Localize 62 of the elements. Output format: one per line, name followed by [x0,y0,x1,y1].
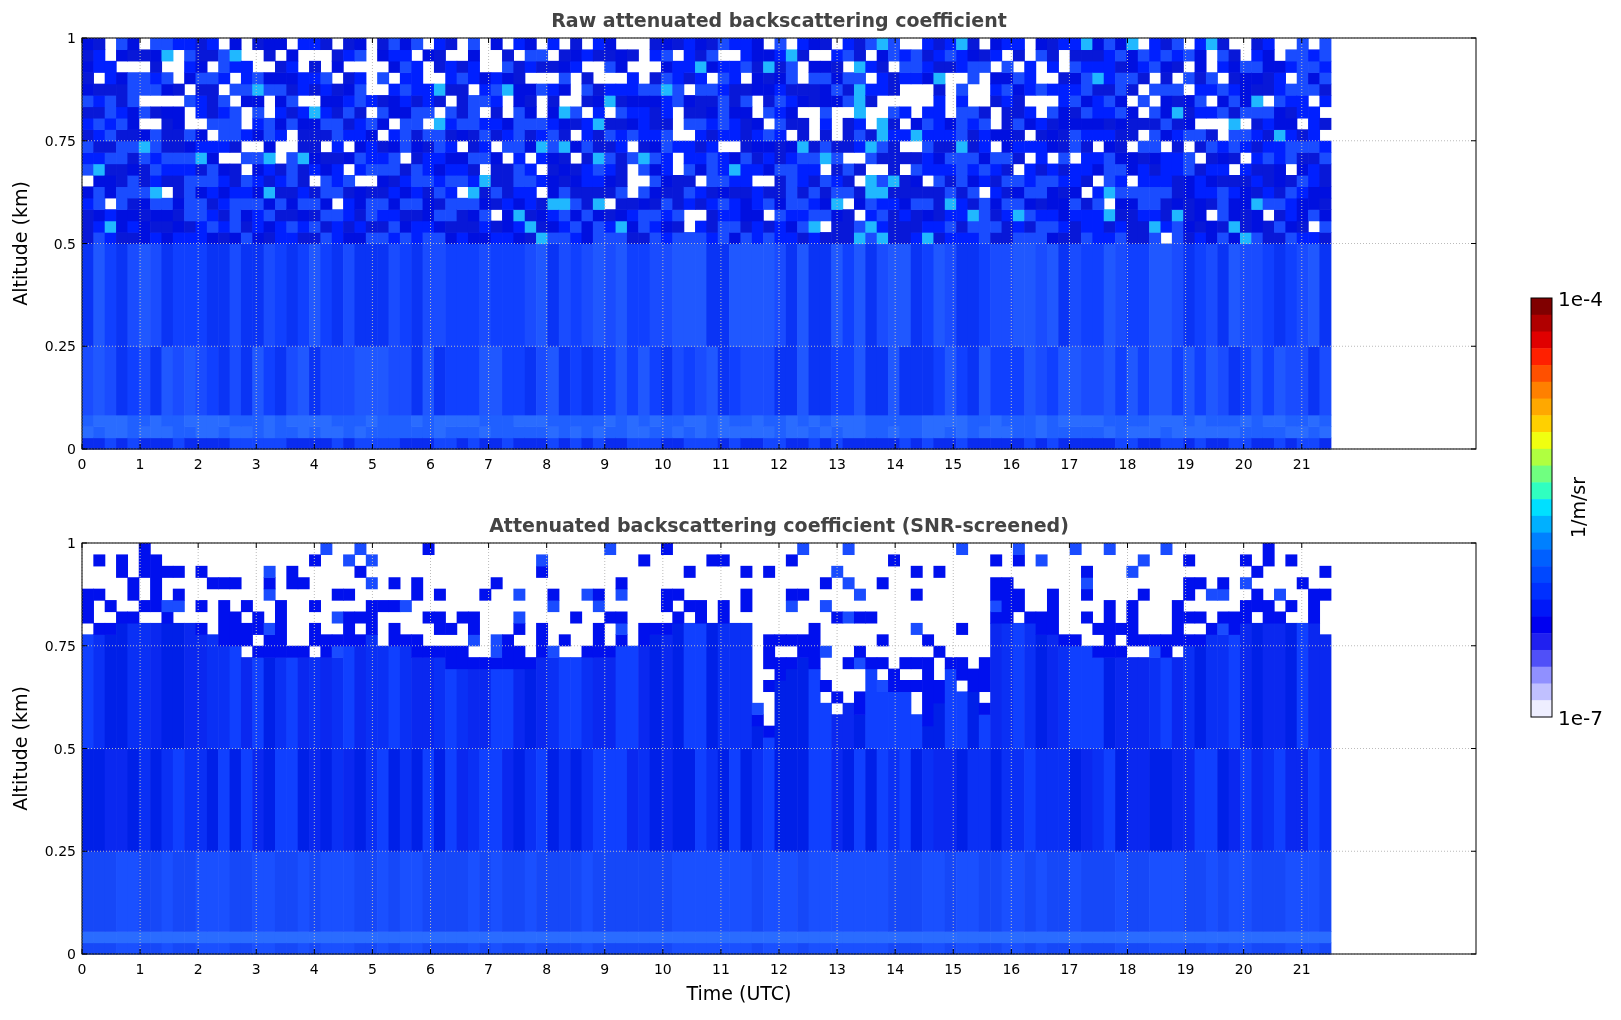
tick-label: 7 [484,456,494,472]
tick-label: 15 [944,456,963,472]
tick-label: 0.5 [53,235,76,252]
axis-label: Altitude (km) [9,181,31,306]
colorbar-title: 1/m/sr [1567,476,1589,539]
tick-label: 3 [251,456,261,472]
axis-label: Time (UTC) [686,982,792,1004]
tick-label: 19 [1176,961,1195,977]
tick-label: 21 [1292,456,1311,472]
tick-label: 0 [67,946,76,962]
plot-title: Attenuated backscattering coefficient (SNR-screened) [489,514,1069,536]
tick-label: 9 [600,456,610,472]
tick-label: 15 [944,961,963,977]
tick-label: 0.25 [44,338,76,355]
tick-label: 10 [653,961,672,977]
tick-label: 12 [770,456,788,472]
plot-title: Raw attenuated backscattering coefficient [551,9,1007,31]
tick-label: 1 [67,30,76,46]
tick-label: 6 [426,456,435,472]
tick-label: 17 [1060,961,1079,977]
tick-label: 0 [67,441,76,457]
tick-label: 1 [135,456,145,472]
tick-label: 0.25 [44,843,76,860]
tick-label: 18 [1118,456,1137,472]
tick-label: 14 [886,456,905,472]
tick-label: 20 [1234,456,1253,472]
tick-label: 4 [309,961,319,977]
tick-label: 16 [1002,456,1021,472]
tick-label: 0.5 [53,740,76,757]
tick-label: 0 [77,456,87,472]
tick-label: 16 [1002,961,1021,977]
tick-label: 14 [886,961,905,977]
tick-label: 1 [135,961,145,977]
colorbar-label: 1e-4 [1558,287,1603,311]
axis-label: Altitude (km) [9,686,31,811]
tick-label: 3 [251,961,261,977]
tick-label: 12 [770,961,788,977]
tick-label: 11 [712,456,730,472]
tick-label: 13 [828,456,846,472]
tick-label: 0.75 [44,132,76,149]
tick-label: 13 [828,961,846,977]
colorbar-label: 1e-7 [1558,706,1603,730]
tick-label: 10 [653,456,672,472]
tick-label: 0.75 [44,637,76,654]
tick-label: 0 [77,961,87,977]
tick-label: 19 [1176,456,1195,472]
tick-label: 9 [600,961,610,977]
tick-label: 11 [712,961,730,977]
tick-label: 7 [484,961,494,977]
tick-label: 5 [367,456,377,472]
tick-label: 21 [1292,961,1311,977]
tick-label: 6 [426,961,435,977]
tick-label: 4 [309,456,319,472]
tick-label: 8 [542,961,552,977]
tick-label: 1 [67,535,76,551]
tick-label: 18 [1118,961,1137,977]
tick-label: 20 [1234,961,1253,977]
tick-label: 2 [193,961,203,977]
tick-label: 2 [193,456,203,472]
tick-label: 17 [1060,456,1079,472]
tick-label: 8 [542,456,552,472]
tick-label: 5 [367,961,377,977]
